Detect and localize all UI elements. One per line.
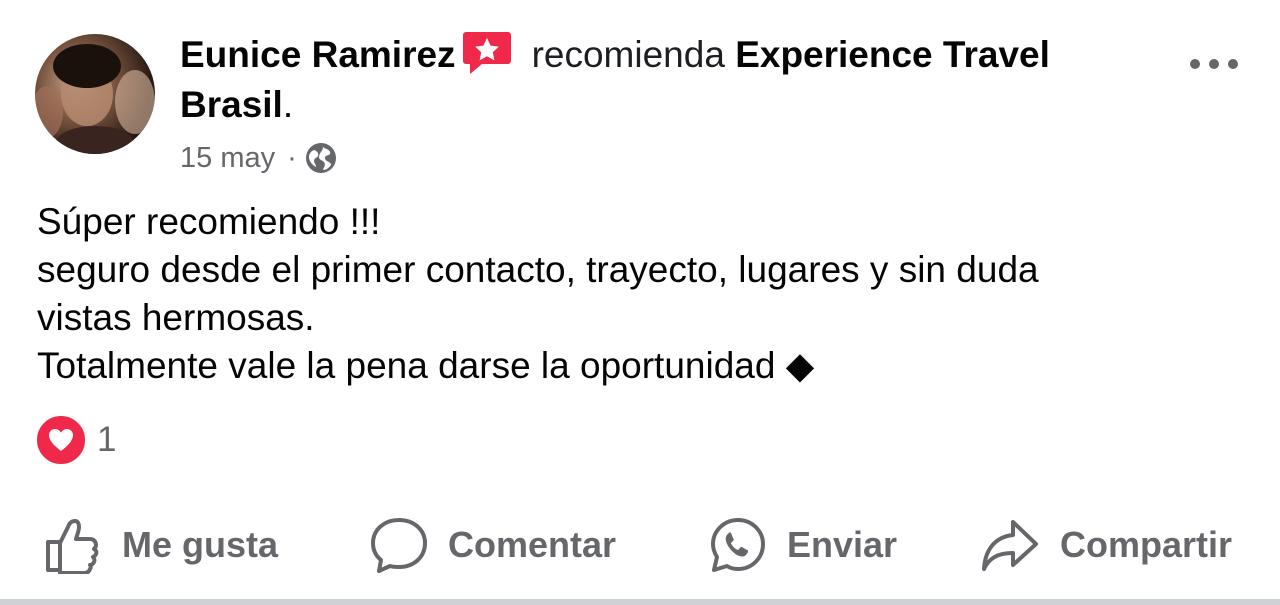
send-label: Enviar xyxy=(787,524,898,565)
like-label: Me gusta xyxy=(122,524,279,565)
post-line: vistas hermosas. xyxy=(37,297,315,338)
comment-button[interactable]: Comentar xyxy=(370,505,616,585)
post-line: Súper recomiendo !!! xyxy=(37,201,381,242)
send-button[interactable]: Enviar xyxy=(709,505,897,585)
post-line-text: Totalmente vale la pena darse la oportun… xyxy=(37,345,776,386)
post-line-last: Totalmente vale la pena darse la oportun… xyxy=(37,342,1237,390)
more-dots-icon xyxy=(1190,59,1238,69)
section-divider xyxy=(0,599,1280,605)
comment-bubble-icon xyxy=(371,518,427,573)
share-label: Compartir xyxy=(1060,524,1233,565)
thumbs-up-icon xyxy=(46,519,99,574)
meta-separator: · xyxy=(287,142,297,174)
recommend-icon xyxy=(462,30,512,76)
post-body: Súper recomiendo !!! seguro desde el pri… xyxy=(37,198,1237,390)
post-line: seguro desde el primer contacto, trayect… xyxy=(37,249,1039,290)
header-period: . xyxy=(282,84,294,125)
unknown-emoji-glyph: ◆ xyxy=(785,345,815,386)
author-name[interactable]: Eunice Ramirez xyxy=(180,34,456,75)
share-button[interactable]: Compartir xyxy=(980,505,1232,585)
action-bar: Me gusta Comentar Enviar Compartir xyxy=(0,505,1280,585)
like-button[interactable]: Me gusta xyxy=(44,505,278,585)
heart-icon xyxy=(36,415,86,465)
reaction-count: 1 xyxy=(97,420,117,459)
recommend-verb: recomienda xyxy=(531,34,725,75)
author-avatar[interactable] xyxy=(35,34,155,154)
globe-icon xyxy=(305,142,337,174)
whatsapp-icon xyxy=(711,518,765,572)
more-options-button[interactable] xyxy=(1188,52,1240,76)
post-header: Eunice Ramirez recomienda Experience Tra… xyxy=(180,32,1140,78)
post-meta: 15 may · xyxy=(180,140,337,176)
reactions-summary[interactable]: 1 xyxy=(36,415,116,465)
post-header-line2: Brasil. xyxy=(180,82,293,128)
share-arrow-icon xyxy=(982,520,1038,571)
avatar-photo xyxy=(35,44,155,154)
page-name-continued[interactable]: Brasil xyxy=(180,84,283,125)
comment-label: Comentar xyxy=(448,524,617,565)
page-name[interactable]: Experience Travel xyxy=(735,34,1050,75)
post-date[interactable]: 15 may xyxy=(180,140,275,176)
